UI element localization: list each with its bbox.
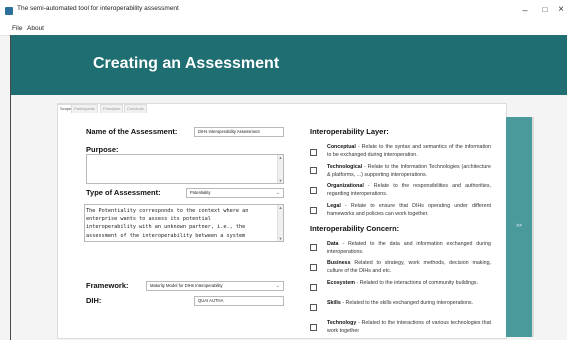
layer-name: Organizational — [327, 183, 364, 189]
layer-organizational-checkbox[interactable] — [310, 187, 317, 194]
layer-name: Conceptual — [327, 144, 356, 150]
concern-name: Skills — [327, 300, 341, 306]
purpose-label: Purpose: — [86, 145, 119, 154]
close-button[interactable]: × — [553, 3, 567, 17]
page-title: Creating an Assessment — [93, 55, 280, 72]
concern-technology-item: Technology - Related to the interactions… — [327, 320, 491, 335]
description-scrollbar[interactable]: ▲ ▼ — [277, 205, 283, 241]
framework-value: Maturity Model for DIHs Interoperability — [150, 283, 223, 288]
layer-conceptual-item: Conceptual - Relate to the syntax and se… — [327, 144, 491, 159]
concern-business-checkbox[interactable] — [310, 264, 317, 271]
concern-data-checkbox[interactable] — [310, 244, 317, 251]
concern-ecosystem-item: Ecosystem - Related to the interactions … — [327, 280, 491, 288]
layer-description: - Relate to ensure that DIHs operating u… — [327, 203, 491, 217]
assessment-type-value: Potentiality — [190, 190, 211, 195]
right-edge — [532, 117, 534, 337]
title-bar: The semi-automated tool for interoperabi… — [0, 0, 567, 23]
concern-name: Technology — [327, 320, 357, 326]
header-banner: Creating an Assessment — [10, 35, 567, 95]
interoperability-concern-title: Interoperability Concern: — [310, 224, 400, 233]
left-border — [10, 35, 11, 340]
concern-data-item: Data - Related to the data and informati… — [327, 241, 491, 256]
concern-description: Related to strategy, work methods, decis… — [327, 260, 491, 274]
layer-conceptual-checkbox[interactable] — [310, 149, 317, 156]
layer-legal-item: Legal - Relate to ensure that DIHs opera… — [327, 203, 491, 218]
minimize-button[interactable]: – — [517, 3, 533, 17]
menu-file[interactable]: File — [12, 25, 22, 32]
scroll-down-icon[interactable]: ▼ — [278, 178, 283, 183]
chevron-down-icon: ⌄ — [275, 190, 280, 196]
next-button[interactable]: >> — [506, 117, 532, 337]
purpose-scrollbar[interactable]: ▲ ▼ — [277, 155, 283, 183]
concern-business-item: Business Related to strategy, work metho… — [327, 260, 491, 275]
purpose-textarea[interactable] — [86, 154, 284, 184]
next-button-label: >> — [516, 223, 522, 229]
scroll-up-icon[interactable]: ▲ — [278, 205, 283, 210]
concern-skills-item: Skills - Related to the skills exchanged… — [327, 300, 491, 308]
concern-ecosystem-checkbox[interactable] — [310, 284, 317, 291]
framework-select[interactable]: Maturity Model for DIHs Interoperability… — [146, 281, 284, 291]
tab-conclude[interactable]: Conclude — [124, 104, 147, 113]
dih-label: DIH: — [86, 296, 102, 305]
scroll-up-icon[interactable]: ▲ — [278, 155, 283, 160]
maximize-button[interactable]: □ — [537, 3, 553, 17]
concern-name: Ecosystem — [327, 280, 355, 286]
layer-technological-checkbox[interactable] — [310, 167, 317, 174]
tab-participants[interactable]: Participants — [71, 104, 98, 113]
assessment-type-select[interactable]: Potentiality ⌄ — [186, 188, 284, 198]
layer-name: Legal — [327, 203, 341, 209]
assessment-name-input[interactable]: DIHs Interoperability Assessment — [194, 127, 284, 137]
layer-legal-checkbox[interactable] — [310, 207, 317, 214]
concern-description: - Related to the interactions of communi… — [354, 280, 479, 286]
concern-name: Data — [327, 241, 339, 247]
layer-organizational-item: Organizational - Relate to the responsib… — [327, 183, 491, 198]
concern-name: Business — [327, 260, 351, 266]
assessment-name-label: Name of the Assessment: — [86, 127, 178, 136]
framework-label: Framework: — [86, 281, 129, 290]
concern-description: - Related to the data and information ex… — [327, 241, 491, 255]
concern-skills-checkbox[interactable] — [310, 304, 317, 311]
window-title: The semi-automated tool for interoperabi… — [17, 5, 179, 12]
app-icon — [5, 7, 13, 15]
concern-technology-checkbox[interactable] — [310, 324, 317, 331]
layer-technological-item: Technological - Relate to the Informatio… — [327, 164, 491, 179]
concern-description: - Related to the skills exchanged during… — [340, 300, 474, 306]
interoperability-layer-title: Interoperability Layer: — [310, 127, 389, 136]
layer-name: Technological — [327, 164, 363, 170]
menu-about[interactable]: About — [27, 25, 44, 32]
chevron-down-icon: ⌄ — [275, 283, 280, 289]
dih-input[interactable]: QUAI AUTHA — [194, 296, 284, 306]
tab-principles[interactable]: Principles — [100, 104, 124, 113]
scroll-down-icon[interactable]: ▼ — [278, 236, 283, 241]
type-description-text: The Potentiality corresponds to the cont… — [86, 208, 249, 239]
assessment-type-label: Type of Assessment: — [86, 188, 161, 197]
